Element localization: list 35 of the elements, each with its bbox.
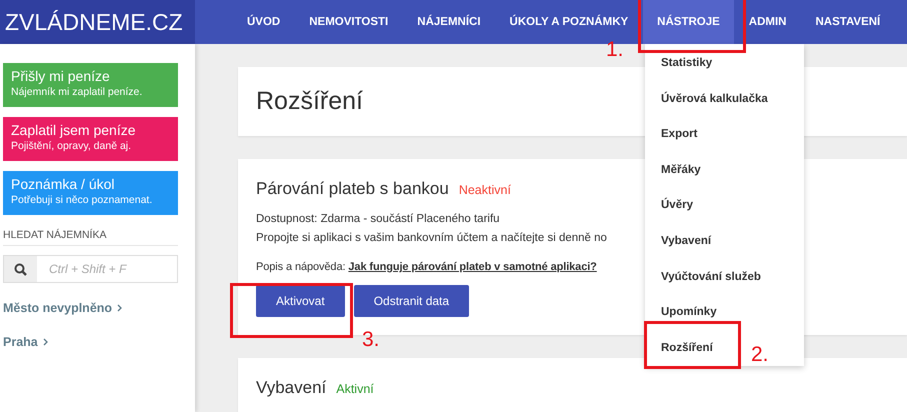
activate-button[interactable]: Aktivovat: [256, 285, 345, 317]
nav-tab[interactable]: ADMIN: [734, 0, 800, 44]
quick-action-button[interactable]: Zaplatil jsem peníze Pojištění, opravy, daně aj.: [3, 117, 178, 161]
chevron-icon: [42, 338, 48, 346]
location-link[interactable]: Město nevyplněno: [3, 301, 178, 315]
help-text: Popis a nápověda: Jak funguje párování plateb v samotné aplikaci?: [256, 261, 597, 273]
extension-title: Párování plateb s bankou: [256, 179, 449, 199]
chevron-icon: [117, 304, 122, 312]
extension-title: Vybavení: [256, 378, 326, 398]
step-number: 1.: [606, 38, 624, 62]
menu-item[interactable]: Vybavení: [661, 234, 712, 248]
description-text: Propojte si aplikaci s vašim bankovním účtem a načítejte si denně no: [256, 232, 607, 244]
menu-item[interactable]: Úvěry: [661, 198, 693, 212]
page-title: Rozšíření: [256, 87, 363, 116]
nav-tab[interactable]: NASTAVENÍ: [802, 0, 894, 44]
step-number: 3.: [362, 328, 380, 352]
menu-item[interactable]: Export: [661, 127, 698, 142]
search-heading: HLEDAT NÁJEMNÍKA: [3, 229, 178, 246]
status-label: Neaktivní: [458, 183, 511, 197]
status-label: Aktivní: [336, 382, 374, 396]
location-link[interactable]: Praha: [3, 335, 178, 349]
step-number: 2.: [751, 343, 769, 367]
nav-tab[interactable]: NÁJEMNÍCI: [403, 0, 495, 44]
help-link[interactable]: Jak funguje párování plateb v samotné aplikaci?: [348, 261, 597, 273]
menu-item[interactable]: Vyúčtování služeb: [661, 270, 761, 284]
menu-item[interactable]: Upomínky: [661, 305, 717, 320]
menu-item[interactable]: Měřáky: [661, 162, 701, 177]
delete-data-button[interactable]: Odstranit data: [354, 285, 470, 317]
nav-tab[interactable]: NEMOVITOSTI: [295, 0, 402, 44]
nav-tab[interactable]: NÁSTROJE: [643, 0, 734, 44]
menu-item[interactable]: Úvěrová kalkulačka: [661, 92, 768, 106]
availability-text: Dostupnost: Zdarma - součástí Placeného tarifu: [256, 213, 500, 225]
menu-item[interactable]: Statistiky: [661, 56, 712, 70]
menu-item[interactable]: Rozšíření: [661, 340, 713, 355]
nav-tab[interactable]: ÚVOD: [233, 0, 294, 44]
